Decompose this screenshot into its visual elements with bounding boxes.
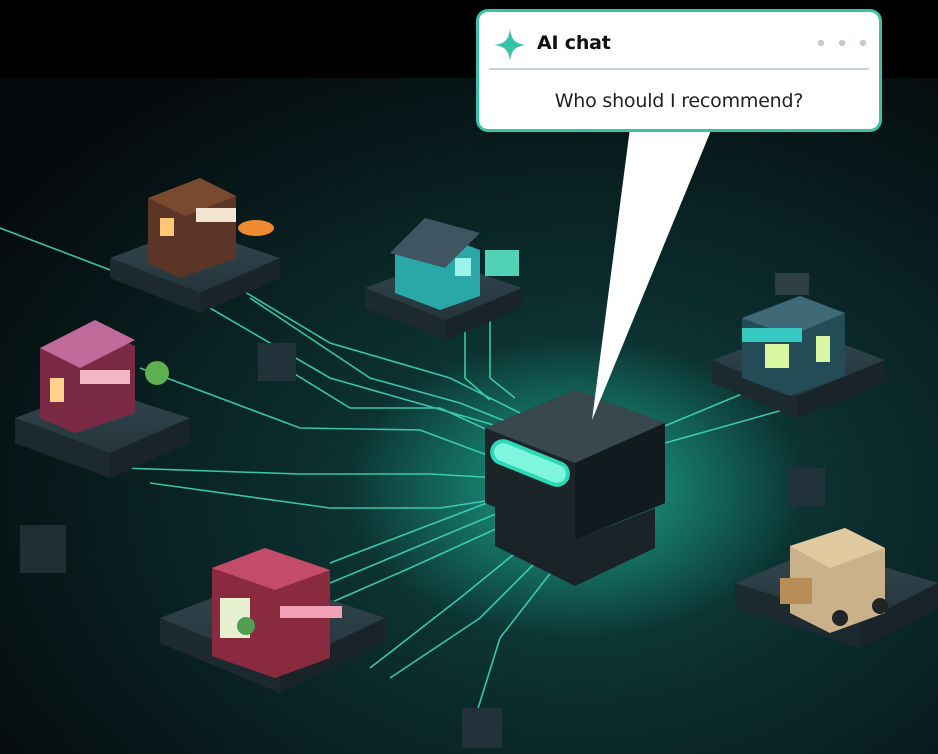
chat-title: AI chat: [537, 32, 611, 54]
chat-header: AI chat: [479, 12, 879, 70]
network-illustration: [0, 78, 938, 754]
pink-shop-building: [212, 548, 342, 678]
chat-divider: [489, 68, 869, 70]
sparkle-icon: [494, 29, 526, 61]
chat-prompt-message: Who should I recommend?: [554, 90, 804, 112]
more-options-icon[interactable]: [815, 38, 869, 48]
ai-chat-widget[interactable]: AI chat Who should I recommend?: [476, 9, 882, 132]
illustration-svg: [0, 78, 938, 754]
